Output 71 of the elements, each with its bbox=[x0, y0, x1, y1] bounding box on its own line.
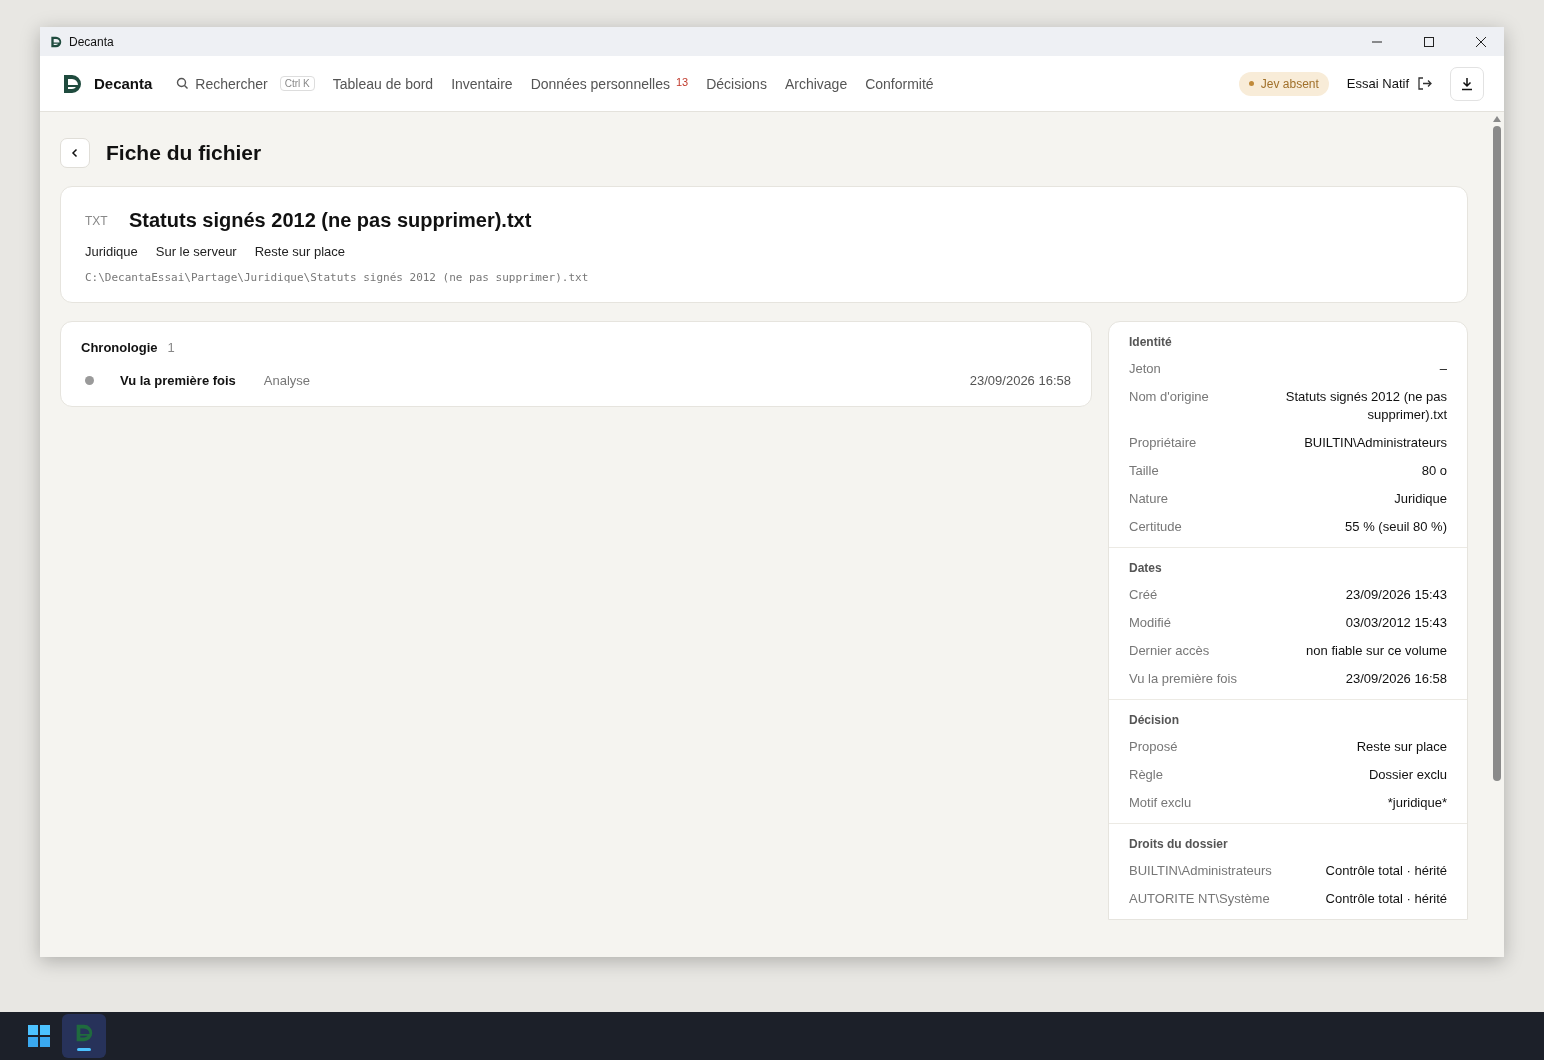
nav-link[interactable]: Tableau de bord bbox=[332, 75, 434, 92]
detail-value: non fiable sur ce volume bbox=[1306, 642, 1447, 660]
detail-label: Taille bbox=[1129, 462, 1159, 480]
download-button[interactable] bbox=[1450, 66, 1484, 101]
event-dot-icon bbox=[85, 376, 94, 385]
event-time: 23/09/2026 16:58 bbox=[969, 373, 1071, 388]
logo-icon bbox=[49, 34, 63, 49]
detail-value: 23/09/2026 16:58 bbox=[1345, 670, 1447, 688]
section-heading: Identité bbox=[1129, 335, 1173, 349]
section-heading: Droits du dossier bbox=[1129, 837, 1229, 851]
detail-value: BUILTIN\Administrateurs bbox=[1304, 434, 1447, 452]
file-tag: Sur le serveur bbox=[155, 244, 237, 259]
detail-label: Modifié bbox=[1129, 614, 1171, 632]
detail-label: Certitude bbox=[1129, 518, 1182, 536]
section-title: Chronologie bbox=[81, 340, 158, 355]
detail-value: 80 o bbox=[1421, 462, 1447, 480]
event-source: Analyse bbox=[263, 373, 312, 388]
taskbar-app-button[interactable] bbox=[62, 1014, 106, 1058]
user-name: Essai Natif bbox=[1346, 76, 1409, 91]
detail-value: – bbox=[1439, 360, 1447, 378]
window-title: Decanta bbox=[69, 34, 115, 49]
detail-value: Contrôle total · hérité bbox=[1325, 890, 1447, 908]
scroll-up-icon bbox=[1493, 116, 1501, 122]
download-icon bbox=[1460, 76, 1474, 91]
detail-value: 23/09/2026 15:43 bbox=[1345, 586, 1447, 604]
detail-label: Jeton bbox=[1129, 360, 1161, 378]
detail-label: Nom d'origine bbox=[1129, 388, 1209, 406]
detail-label: Nature bbox=[1129, 490, 1169, 508]
nav-link[interactable]: Données personnelles 13 bbox=[530, 75, 689, 92]
detail-label: Motif exclu bbox=[1129, 794, 1192, 812]
detail-label: Créé bbox=[1129, 586, 1158, 604]
file-path: C:\DecantaEssai\Partage\Juridique\Statuts signés 2012 (ne pas supprimer).txt bbox=[85, 271, 590, 284]
nav-link[interactable]: Conformité bbox=[865, 75, 934, 92]
detail-label: Proposé bbox=[1129, 738, 1178, 756]
detail-value: Reste sur place bbox=[1356, 738, 1447, 756]
chevron-left-icon bbox=[70, 148, 80, 158]
page-title: Fiche du fichier bbox=[106, 141, 262, 165]
status-badge: Jev absent bbox=[1238, 71, 1329, 96]
nav-link[interactable]: Décisions bbox=[706, 75, 767, 92]
search-icon bbox=[176, 77, 190, 90]
file-tag: Reste sur place bbox=[254, 244, 345, 259]
maximize-icon bbox=[1423, 35, 1435, 48]
detail-label: Dernier accès bbox=[1129, 642, 1210, 660]
brand-name: Decanta bbox=[94, 75, 153, 92]
detail-label: Règle bbox=[1129, 766, 1163, 784]
detail-value: Dossier exclu bbox=[1368, 766, 1447, 784]
section-heading: Décision bbox=[1129, 713, 1180, 727]
file-tag: Juridique bbox=[85, 244, 138, 259]
close-icon bbox=[1475, 35, 1487, 48]
file-name: Statuts signés 2012 (ne pas supprimer).txt bbox=[129, 209, 532, 232]
detail-label: Vu la première fois bbox=[1129, 670, 1237, 688]
detail-label: AUTORITE NT\Système bbox=[1129, 890, 1270, 908]
file-type: TXT bbox=[85, 213, 109, 228]
detail-value: Juridique bbox=[1394, 490, 1447, 508]
back-button[interactable] bbox=[60, 138, 90, 168]
detail-value: 03/03/2012 15:43 bbox=[1345, 614, 1447, 632]
detail-value: 55 % (seuil 80 %) bbox=[1345, 518, 1447, 536]
detail-value: *juridique* bbox=[1387, 794, 1447, 812]
detail-label: BUILTIN\Administrateurs bbox=[1129, 862, 1272, 880]
scrollbar[interactable] bbox=[1490, 112, 1504, 957]
search-button[interactable]: Rechercher Ctrl K bbox=[176, 75, 315, 92]
nav-link[interactable]: Archivage bbox=[784, 75, 848, 92]
nav-link[interactable]: Inventaire bbox=[451, 75, 513, 92]
logout-icon[interactable] bbox=[1417, 76, 1432, 91]
detail-label: Propriétaire bbox=[1129, 434, 1197, 452]
detail-value: Contrôle total · hérité bbox=[1325, 862, 1447, 880]
event-count: 1 bbox=[167, 340, 175, 355]
event-label: Vu la première fois bbox=[120, 373, 236, 388]
start-icon[interactable] bbox=[28, 1025, 50, 1047]
section-heading: Dates bbox=[1129, 561, 1163, 575]
detail-value: Statuts signés 2012 (ne pas supprimer).txt bbox=[1284, 388, 1447, 424]
